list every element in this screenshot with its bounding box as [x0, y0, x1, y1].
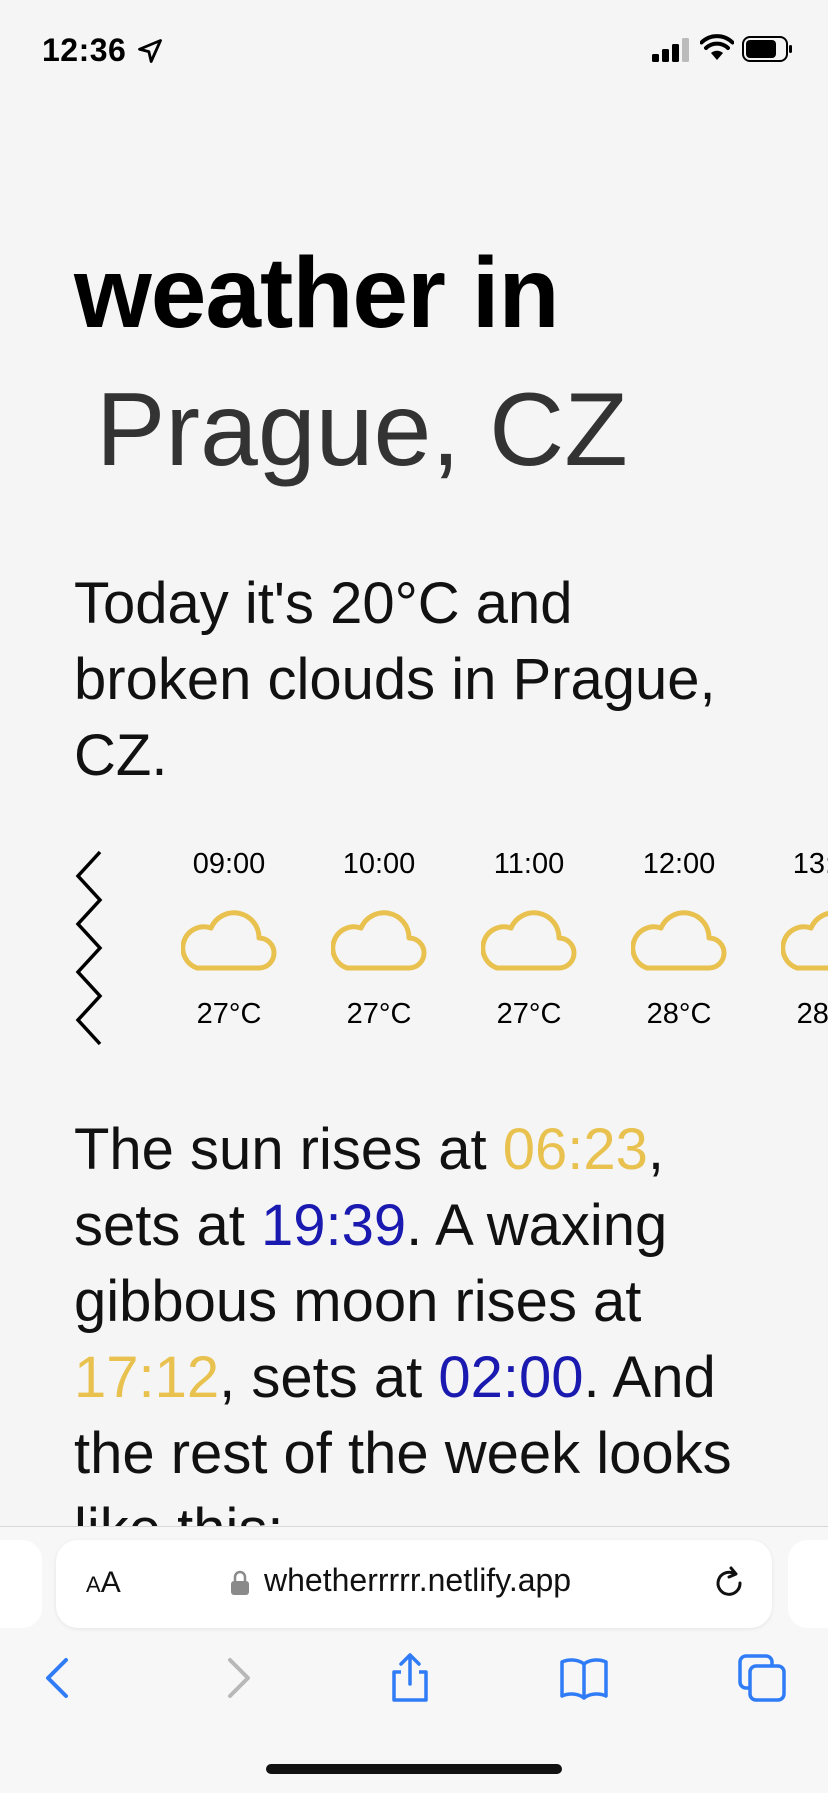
astro-text: , sets at [219, 1345, 439, 1410]
forward-icon[interactable] [210, 1652, 262, 1704]
url-text[interactable]: whetherrrrr.netlify.app [264, 1562, 571, 1599]
hour-time: 13:00 [792, 848, 828, 880]
hourly-forecast[interactable]: 09:00 27°C 10:00 27°C 11:00 27°C 12:00 2… [74, 840, 828, 1060]
sunset-time: 19:39 [260, 1193, 407, 1258]
astro-text: The sun rises at [74, 1117, 503, 1182]
weather-summary: Today it's 20°C and broken clouds in Pra… [74, 571, 716, 788]
cloud-icon [181, 910, 277, 971]
hour-item: 10:00 27°C [304, 840, 454, 1034]
hour-time: 11:00 [493, 848, 565, 880]
hour-list: 09:00 27°C 10:00 27°C 11:00 27°C 12:00 2… [154, 840, 828, 1034]
hour-time: 09:00 [192, 848, 266, 880]
zigzag-icon [75, 850, 103, 1046]
reload-icon[interactable] [710, 1564, 748, 1602]
hour-temp: 28°C [646, 998, 712, 1030]
moonset-time: 02:00 [438, 1345, 584, 1410]
page-title: weather in [74, 237, 560, 349]
hour-temp: 27°C [196, 998, 262, 1030]
status-time: 12:36 [42, 32, 127, 68]
hour-item: 11:00 27°C [454, 840, 604, 1034]
text-size-button[interactable]: AAAA [86, 1566, 121, 1600]
hour-item: 12:00 28°C [604, 840, 754, 1034]
hour-time: 12:00 [642, 848, 716, 880]
hour-time: 10:00 [342, 848, 416, 880]
lock-icon [231, 1570, 249, 1595]
moonrise-time: 17:12 [74, 1345, 220, 1410]
sunrise-time: 06:23 [502, 1117, 648, 1182]
status-bar: 12:36 [0, 0, 828, 100]
home-indicator[interactable] [266, 1764, 562, 1774]
tabs-icon[interactable] [736, 1652, 788, 1704]
cloud-icon [331, 910, 427, 971]
hour-item: 13:00 28°C [754, 840, 828, 1034]
sun-moon-paragraph: The sun rises at 06:23, sets at 19:39. A… [74, 1112, 774, 1568]
cloud-icon [631, 910, 727, 971]
hour-temp: 27°C [346, 998, 412, 1030]
cloud-icon [481, 910, 577, 971]
cellular-signal-icon [652, 38, 689, 62]
previous-tab-preview[interactable] [0, 1540, 42, 1628]
back-icon[interactable] [34, 1652, 86, 1704]
wifi-icon [700, 34, 734, 60]
next-tab-preview[interactable] [788, 1540, 828, 1628]
city-name: Prague, CZ [96, 372, 628, 488]
location-arrow-icon [138, 39, 162, 63]
hour-item: 09:00 27°C [154, 840, 304, 1034]
battery-icon [742, 36, 792, 62]
address-bar[interactable]: AAAA whetherrrrr.netlify.app [56, 1540, 772, 1628]
cloud-icon [781, 910, 828, 971]
share-icon[interactable] [384, 1652, 436, 1704]
hour-temp: 27°C [496, 998, 562, 1030]
bookmarks-icon[interactable] [558, 1652, 610, 1704]
hour-temp: 28°C [796, 998, 828, 1030]
